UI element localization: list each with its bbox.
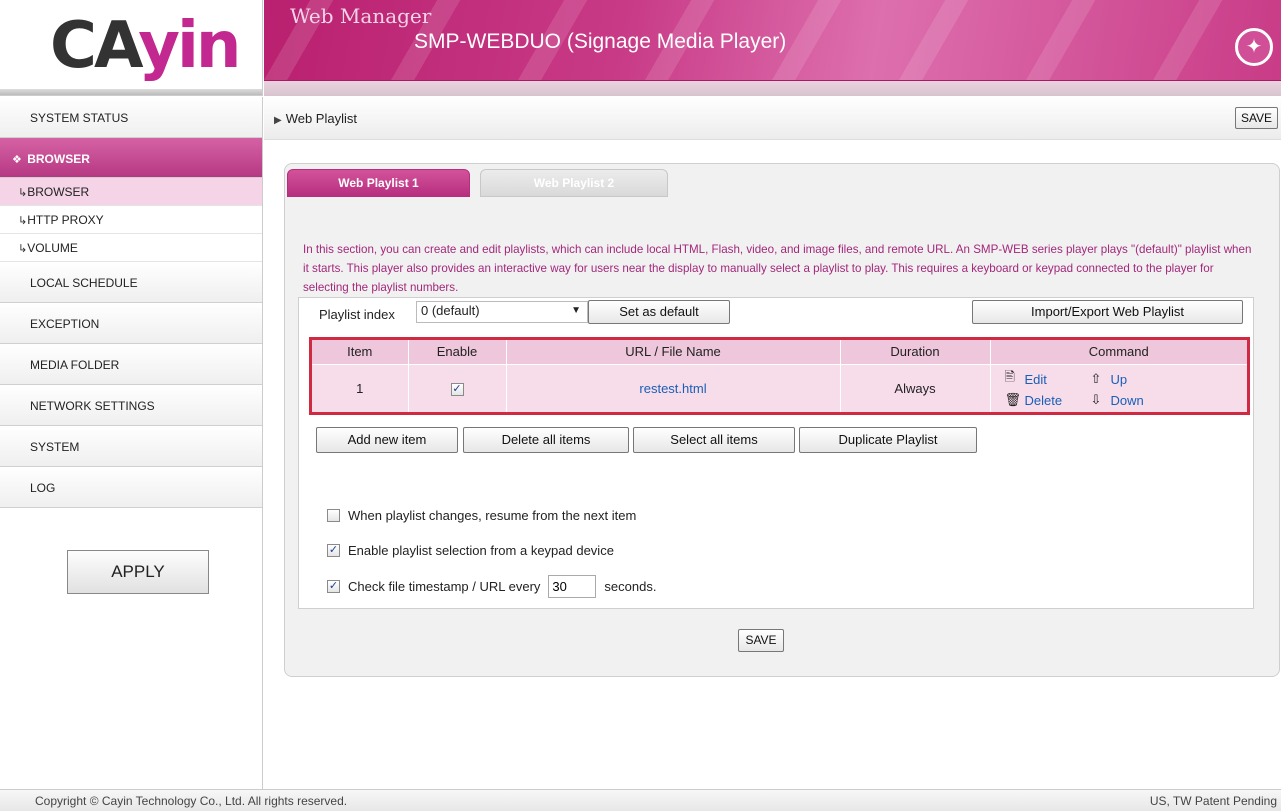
header-banner: Web Manager SMP-WEBDUO (Signage Media Pl… — [264, 0, 1281, 96]
sub-hook-icon: ↳ — [18, 187, 28, 199]
duplicate-playlist-button[interactable]: Duplicate Playlist — [799, 427, 977, 453]
sidebar-subitem-http-proxy[interactable]: ↳HTTP PROXY — [0, 206, 262, 234]
header-enable: Enable — [408, 340, 507, 364]
sidebar-subitem-browser[interactable]: ↳BROWSER — [0, 178, 262, 206]
sidebar-item-local-schedule[interactable]: LOCAL SCHEDULE — [0, 262, 262, 303]
timestamp-checkbox[interactable]: ✓ — [327, 580, 340, 593]
expand-arrow-icon: ❖ — [12, 154, 22, 166]
playlist-index-label: Playlist index — [319, 307, 395, 322]
sidebar-item-browser[interactable]: ❖ BROWSER — [0, 138, 262, 178]
copyright-text: Copyright © Cayin Technology Co., Ltd. A… — [35, 794, 348, 808]
edit-link[interactable]: Edit — [1021, 372, 1091, 387]
import-export-button[interactable]: Import/Export Web Playlist — [972, 300, 1243, 324]
magic-wand-icon[interactable]: ✦ — [1235, 28, 1273, 66]
arrow-up-icon[interactable]: ⇧ — [1091, 371, 1107, 387]
logo-area: CAyin — [0, 0, 263, 96]
description-text: In this section, you can create and edit… — [303, 243, 1252, 294]
sub-hook-icon: ↳ — [18, 215, 28, 227]
patent-text: US, TW Patent Pending — [1149, 794, 1277, 808]
save-button[interactable]: SAVE — [1235, 107, 1278, 129]
timestamp-unit: seconds. — [604, 579, 657, 594]
option-keypad-row: ✓ Enable playlist selection from a keypa… — [327, 543, 614, 558]
header-item: Item — [312, 340, 409, 364]
tab-web-playlist-1[interactable]: Web Playlist 1 — [287, 169, 470, 197]
sidebar-item-system[interactable]: SYSTEM — [0, 426, 262, 467]
arrow-down-icon[interactable]: ⇩ — [1091, 392, 1107, 408]
playlist-index-select[interactable]: 0 (default) ▼ — [416, 301, 588, 323]
keypad-checkbox[interactable]: ✓ — [327, 544, 340, 557]
device-title: SMP-WEBDUO (Signage Media Player) — [414, 30, 787, 53]
option-timestamp-row: ✓ Check file timestamp / URL every secon… — [327, 575, 656, 598]
apply-button[interactable]: APPLY — [67, 550, 209, 594]
sidebar-item-log[interactable]: LOG — [0, 467, 262, 508]
chevron-down-icon: ▼ — [571, 305, 581, 316]
footer: Copyright © Cayin Technology Co., Ltd. A… — [0, 789, 1281, 811]
logo-divider — [0, 89, 262, 95]
table-row: 1 ✓ restest.html Always 🖹 Edit ⇧ Up 🗑 De… — [312, 363, 1247, 412]
enable-checkbox[interactable]: ✓ — [450, 382, 464, 396]
main-content: ▶ Web Playlist SAVE Web Playlist 1 Web Pl… — [264, 97, 1281, 797]
header-url: URL / File Name — [506, 340, 841, 364]
down-link[interactable]: Down — [1107, 393, 1167, 408]
sub-hook-icon: ↳ — [18, 243, 28, 255]
timestamp-interval-input[interactable] — [548, 575, 597, 598]
sidebar-item-network-settings[interactable]: NETWORK SETTINGS — [0, 385, 262, 426]
delete-link[interactable]: Delete — [1021, 393, 1091, 408]
file-link[interactable]: restest.html — [639, 381, 706, 396]
playlist-table: Item Enable URL / File Name Duration Com… — [309, 337, 1250, 415]
tab-web-playlist-2[interactable]: Web Playlist 2 — [480, 169, 668, 197]
app-title: Web Manager — [290, 4, 432, 28]
resume-checkbox[interactable] — [327, 509, 340, 522]
save-button-bottom[interactable]: SAVE — [738, 629, 784, 652]
breadcrumb: ▶ Web Playlist — [274, 111, 357, 126]
keypad-label: Enable playlist selection from a keypad … — [348, 543, 614, 558]
breadcrumb-bar: ▶ Web Playlist SAVE — [264, 97, 1281, 140]
cell-url: restest.html — [506, 363, 841, 412]
header-command: Command — [990, 340, 1247, 364]
up-link[interactable]: Up — [1107, 372, 1167, 387]
trash-icon[interactable]: 🗑 — [1005, 392, 1022, 408]
delete-all-items-button[interactable]: Delete all items — [463, 427, 629, 453]
sidebar-subitem-volume[interactable]: ↳VOLUME — [0, 234, 262, 262]
option-resume-row: When playlist changes, resume from the n… — [327, 508, 636, 523]
add-new-item-button[interactable]: Add new item — [316, 427, 458, 453]
sidebar-item-system-status[interactable]: SYSTEM STATUS — [0, 97, 262, 138]
timestamp-label: Check file timestamp / URL every — [348, 579, 541, 594]
edit-icon[interactable]: 🖹 — [1005, 368, 1021, 390]
triangle-right-icon: ▶ — [274, 115, 282, 126]
cell-duration: Always — [840, 363, 991, 412]
sidebar-item-exception[interactable]: EXCEPTION — [0, 303, 262, 344]
sidebar: SYSTEM STATUS ❖ BROWSER ↳BROWSER ↳HTTP P… — [0, 97, 263, 797]
resume-label: When playlist changes, resume from the n… — [348, 508, 637, 523]
set-as-default-button[interactable]: Set as default — [588, 300, 730, 324]
select-all-items-button[interactable]: Select all items — [633, 427, 795, 453]
header-duration: Duration — [840, 340, 991, 364]
header-strip — [264, 80, 1281, 96]
cell-command: 🖹 Edit ⇧ Up 🗑 Delete ⇩ Down — [990, 363, 1247, 412]
cell-item: 1 — [312, 363, 409, 412]
cell-enable: ✓ — [408, 363, 507, 412]
cayin-logo: CAyin — [50, 9, 241, 83]
sidebar-item-media-folder[interactable]: MEDIA FOLDER — [0, 344, 262, 385]
